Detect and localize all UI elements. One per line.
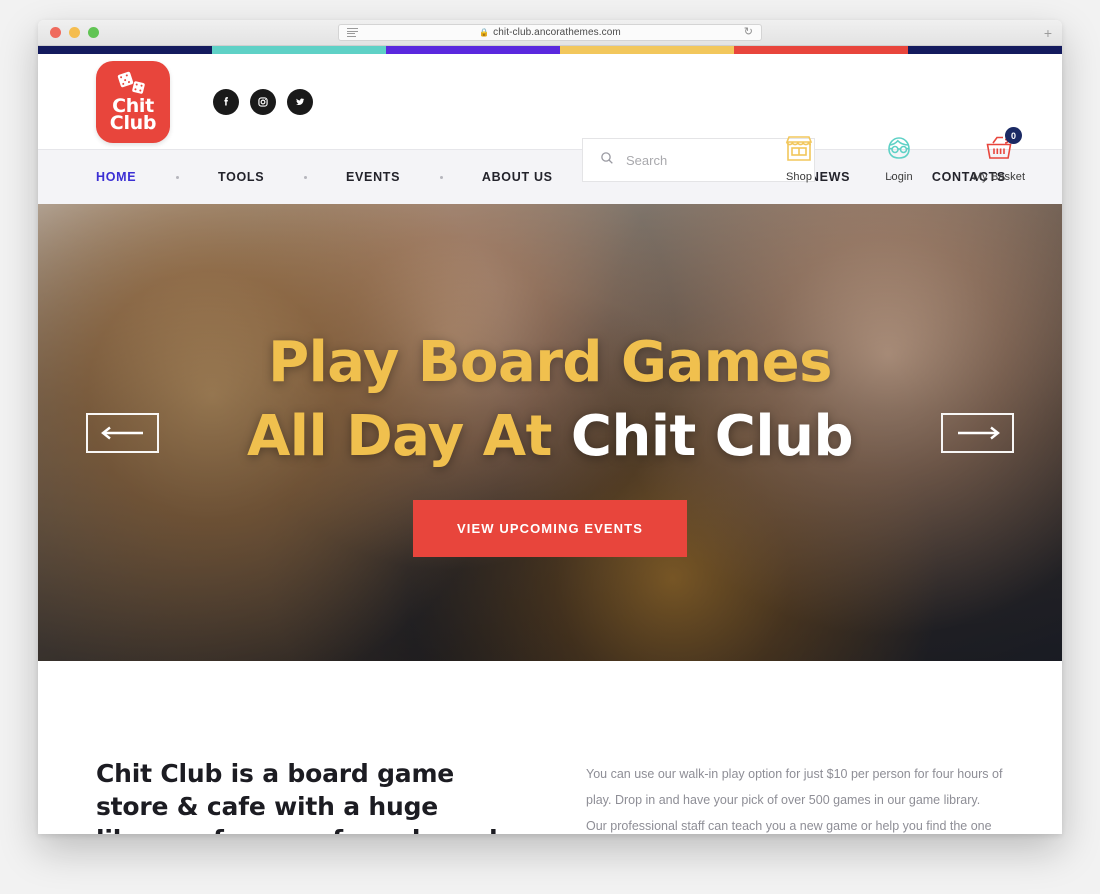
site-header: Chit Club Search Shop Login 0 My Basket — [38, 54, 1062, 183]
intro-section: Chit Club is a board game store & cafe w… — [38, 661, 1062, 834]
hero-slider: Play Board Games All Day At Chit Club VI… — [38, 204, 1062, 661]
basket-action[interactable]: 0 My Basket — [964, 127, 1034, 183]
hero-prev-button[interactable] — [86, 412, 159, 453]
stripe-gold — [560, 46, 735, 54]
nav-separator — [136, 175, 218, 179]
basket-label: My Basket — [972, 171, 1026, 183]
maximize-window-button[interactable] — [88, 27, 99, 38]
stripe-navy-left — [38, 46, 213, 54]
accent-stripe-bar — [38, 46, 1062, 54]
shop-action[interactable]: Shop — [764, 132, 834, 183]
instagram-icon[interactable] — [250, 88, 276, 115]
arrow-right-icon — [957, 426, 1000, 439]
stripe-teal — [212, 46, 387, 54]
minimize-window-button[interactable] — [69, 27, 80, 38]
hero-title-line1: Play Board Games — [268, 330, 832, 395]
browser-window: 🔒 chit-club.ancorathemes.com ↻ + Chit Cl… — [38, 20, 1062, 834]
login-label: Login — [885, 171, 913, 183]
url-text: chit-club.ancorathemes.com — [493, 27, 621, 38]
window-controls — [50, 27, 99, 38]
facebook-icon[interactable] — [213, 88, 239, 115]
address-bar[interactable]: 🔒 chit-club.ancorathemes.com ↻ — [338, 24, 762, 41]
hero-content: Play Board Games All Day At Chit Club VI… — [38, 204, 1062, 661]
nav-separator — [264, 175, 346, 179]
lock-icon: 🔒 — [479, 27, 490, 37]
basket-count-badge: 0 — [1005, 127, 1022, 144]
nav-item-tools[interactable]: TOOLS — [218, 170, 264, 184]
hero-title-accent: All Day At — [246, 404, 552, 469]
social-links — [213, 88, 313, 115]
close-window-button[interactable] — [50, 27, 61, 38]
nav-item-about-us[interactable]: ABOUT US — [482, 170, 553, 184]
nav-item-home[interactable]: HOME — [96, 170, 136, 184]
search-icon — [599, 150, 615, 171]
shop-label: Shop — [785, 171, 813, 183]
storefront-icon — [783, 132, 815, 164]
login-action[interactable]: Login — [864, 132, 934, 183]
hero-title-line2: All Day At Chit Club — [246, 400, 854, 474]
site-logo[interactable]: Chit Club — [96, 60, 170, 143]
intro-body-text: You can use our walk-in play option for … — [586, 767, 1003, 833]
stripe-red — [734, 46, 909, 54]
hero-title-brand: Chit Club — [570, 404, 854, 469]
nav-item-events[interactable]: EVENTS — [346, 170, 400, 184]
intro-left-column: Chit Club is a board game store & cafe w… — [96, 757, 528, 834]
hero-title: Play Board Games All Day At Chit Club — [246, 326, 854, 474]
basket-icon: 0 — [983, 127, 1022, 164]
stripe-navy-right — [908, 46, 1062, 54]
user-face-icon — [884, 132, 914, 164]
logo-text-line2: Club — [109, 111, 157, 134]
reload-icon[interactable]: ↻ — [744, 27, 753, 38]
new-tab-button[interactable]: + — [1044, 26, 1052, 40]
intro-heading: Chit Club is a board game store & cafe w… — [96, 759, 498, 834]
header-actions: Shop Login 0 My Basket — [764, 127, 1034, 183]
reader-view-icon[interactable] — [347, 28, 358, 37]
dice-icon — [115, 70, 151, 95]
browser-chrome-bar: 🔒 chit-club.ancorathemes.com ↻ + — [38, 20, 1062, 46]
stripe-purple — [386, 46, 561, 54]
hero-next-button[interactable] — [941, 412, 1014, 453]
intro-right-column: You can use our walk-in play option for … — [586, 757, 1004, 834]
twitter-icon[interactable] — [287, 88, 313, 115]
nav-separator — [400, 175, 482, 179]
arrow-left-icon — [100, 426, 143, 439]
view-upcoming-events-button[interactable]: VIEW UPCOMING EVENTS — [413, 500, 687, 557]
